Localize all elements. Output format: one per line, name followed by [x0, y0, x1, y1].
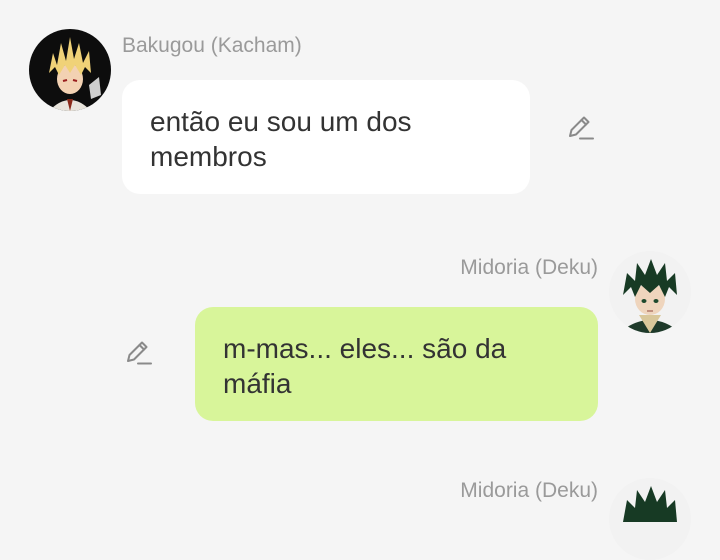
- midoriya-avatar-icon: [609, 478, 691, 560]
- message-text: m-mas... eles... são da máfia: [223, 333, 507, 399]
- sender-name: Bakugou (Kacham): [122, 34, 302, 57]
- message-text: então eu sou um dos membros: [150, 106, 412, 172]
- bakugou-avatar-icon: [29, 29, 111, 111]
- sender-name: Midoria (Deku): [460, 479, 598, 502]
- sender-name: Midoria (Deku): [460, 256, 598, 279]
- pencil-icon[interactable]: [124, 338, 152, 366]
- message-bubble-outgoing[interactable]: m-mas... eles... são da máfia: [195, 307, 598, 421]
- avatar-bakugou[interactable]: [29, 29, 111, 111]
- message-bubble-incoming[interactable]: então eu sou um dos membros: [122, 80, 530, 194]
- pencil-icon[interactable]: [566, 113, 594, 141]
- avatar-midoriya[interactable]: [609, 251, 691, 333]
- avatar-midoriya[interactable]: [609, 478, 691, 560]
- midoriya-avatar-icon: [609, 251, 691, 333]
